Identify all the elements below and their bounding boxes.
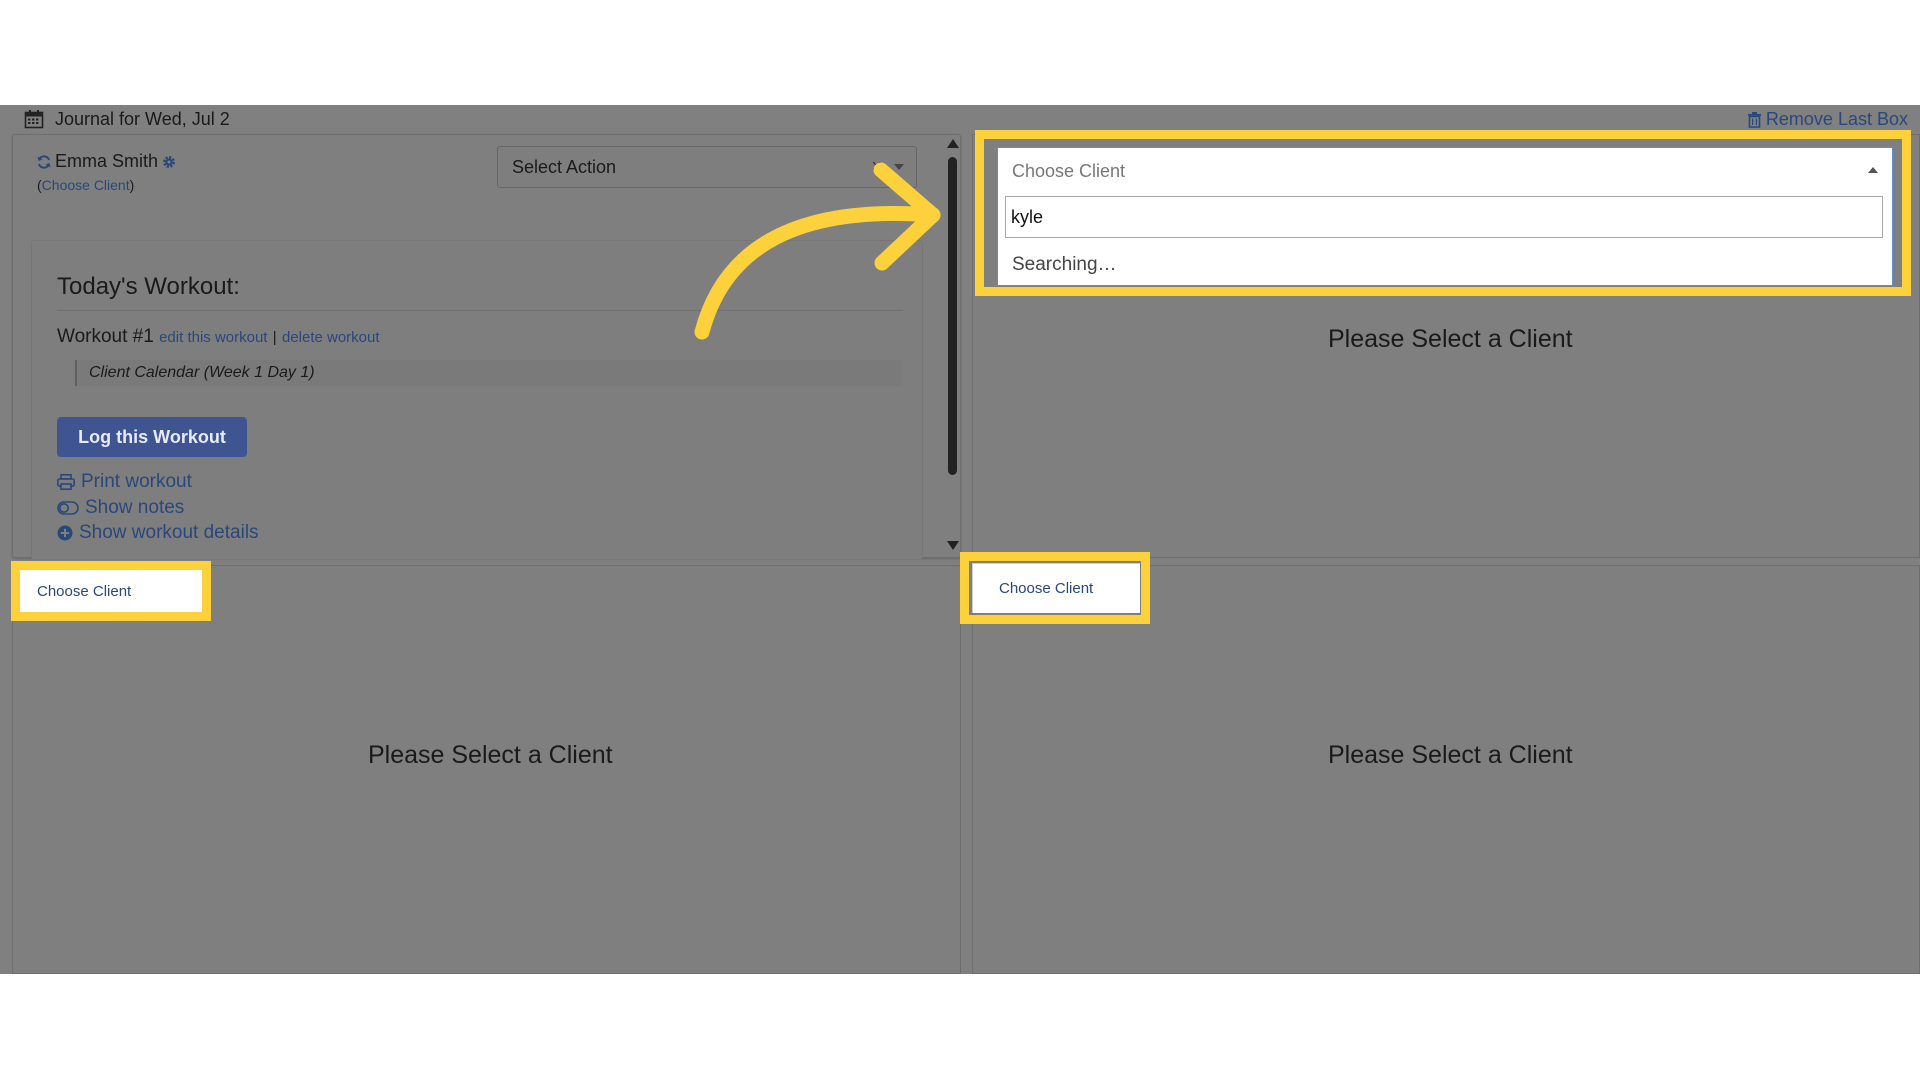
choose-client-dropdown[interactable]: Choose Client Searching… [997, 147, 1893, 286]
journal-title: Journal for Wed, Jul 2 [55, 109, 230, 129]
empty-panel-message: Please Select a Client [368, 741, 613, 769]
todays-workout-heading: Today's Workout: [57, 273, 240, 300]
choose-client-placeholder: Choose Client [1012, 161, 1126, 181]
remove-last-box-label: Remove Last Box [1765, 109, 1908, 129]
search-status: Searching… [1012, 254, 1117, 275]
choose-client-button[interactable]: Choose Client [20, 570, 202, 612]
empty-panel-message: Please Select a Client [1328, 325, 1573, 353]
gear-icon[interactable] [162, 155, 176, 169]
calendar-icon [24, 110, 44, 129]
client-search-input[interactable] [1005, 196, 1883, 238]
show-notes-label: Show notes [85, 497, 185, 518]
calendar-note: Client Calendar (Week 1 Day 1) [75, 360, 901, 386]
show-workout-details-link[interactable]: Show workout details [57, 522, 259, 544]
print-workout-link[interactable]: Print workout [57, 471, 192, 493]
scroll-up-arrow-icon[interactable] [947, 139, 959, 148]
choose-client-button[interactable]: Choose Client [972, 563, 1140, 613]
choose-client-inline: (Choose Client) [37, 177, 135, 193]
toggle-off-icon [57, 501, 79, 515]
link-separator: | [272, 329, 277, 346]
choose-client-select[interactable]: Choose Client [998, 148, 1892, 194]
choose-client-link[interactable]: Choose Client [42, 177, 130, 193]
remove-last-box-link[interactable]: Remove Last Box [1747, 109, 1908, 130]
client-name-row: Emma Smith [37, 151, 176, 172]
empty-panel-message: Please Select a Client [1328, 741, 1573, 769]
journal-header: Journal for Wed, Jul 2 Remove Last Box [0, 105, 1920, 133]
select-action-value: Select Action [512, 157, 617, 177]
log-workout-button[interactable]: Log this Workout [57, 417, 247, 457]
delete-workout-link[interactable]: delete workout [282, 329, 380, 346]
show-notes-link[interactable]: Show notes [57, 497, 184, 519]
client-name: Emma Smith [55, 151, 159, 171]
scroll-down-arrow-icon[interactable] [947, 541, 959, 550]
print-workout-label: Print workout [81, 471, 192, 492]
refresh-icon[interactable] [37, 154, 51, 169]
edit-workout-link[interactable]: edit this workout [159, 329, 267, 346]
workout-label: Workout #1 [57, 326, 154, 347]
plus-circle-icon [57, 525, 73, 541]
show-workout-details-label: Show workout details [79, 522, 259, 543]
workout-line: Workout #1 edit this workout | delete wo… [57, 326, 380, 348]
annotation-arrow-icon [694, 162, 941, 340]
trash-icon [1747, 111, 1761, 128]
printer-icon [57, 474, 75, 490]
chevron-up-icon [1868, 167, 1878, 173]
